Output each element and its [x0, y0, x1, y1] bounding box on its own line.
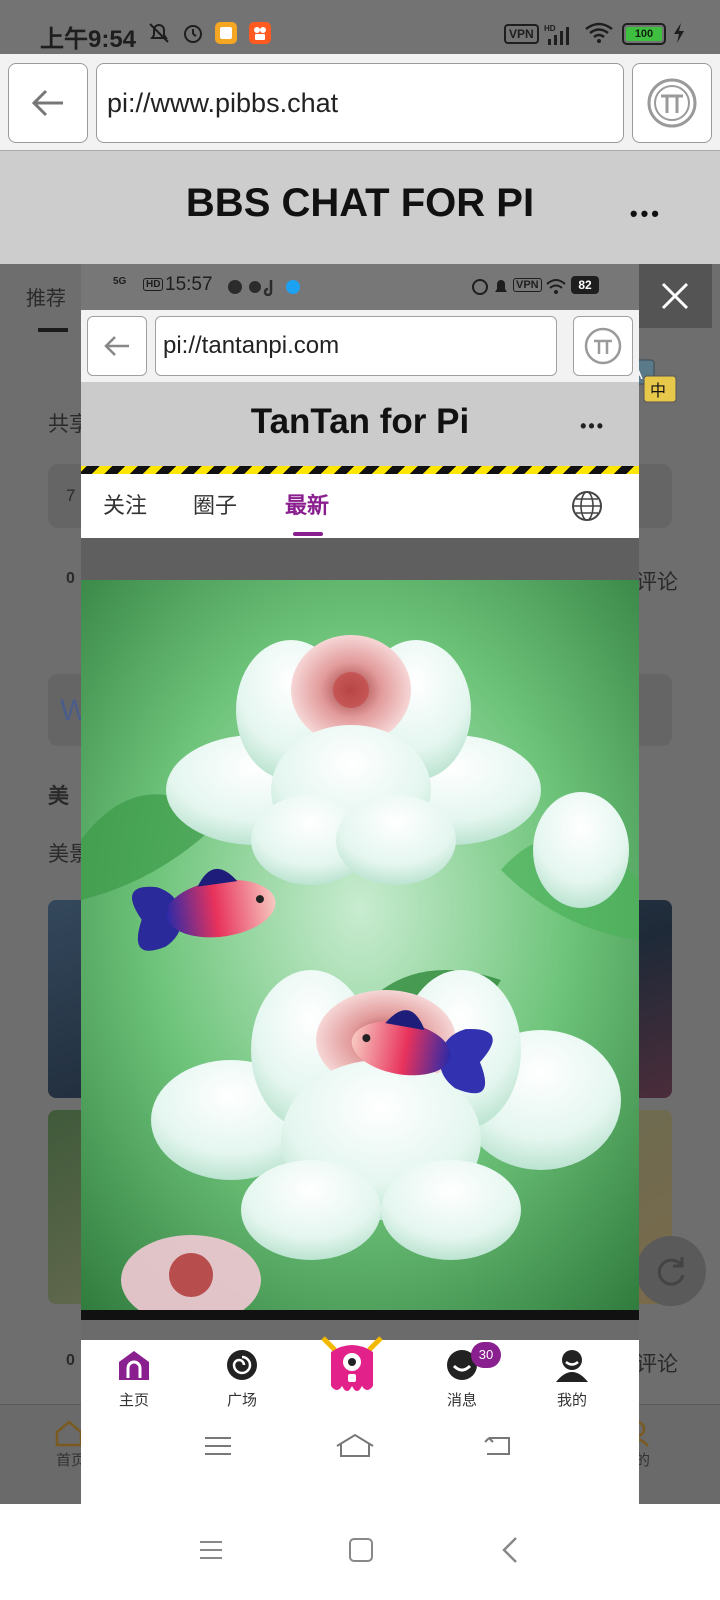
close-icon: [661, 282, 689, 310]
pi-browser-button[interactable]: [632, 63, 712, 143]
battery-level: 100: [626, 27, 662, 41]
tab-circle: 圈子: [193, 493, 238, 518]
inner-app-title: TanTan for Pi: [250, 402, 470, 441]
inner-url-bar: pi://tantanpi.com: [81, 310, 639, 382]
back-button[interactable]: [8, 63, 88, 143]
inner-pi-button: [573, 316, 633, 376]
inner-wifi-icon: [545, 278, 567, 301]
alarm-icon: [180, 18, 206, 48]
back-chevron-icon[interactable]: [500, 1536, 520, 1569]
inner-system-nav: [81, 1420, 639, 1474]
back-arrow-icon: [31, 89, 63, 117]
nav-square: 广场: [207, 1348, 277, 1410]
back-outline-icon: [483, 1434, 513, 1463]
inner-alarm-icons: [471, 277, 511, 302]
inner-battery: 82: [571, 276, 599, 294]
pi-logo-icon: [647, 78, 697, 128]
inner-status-bar: 5G HD 15:57 VPN 82: [81, 264, 639, 310]
kuaishou-app-icon: [248, 18, 272, 48]
nav-mascot: [317, 1334, 387, 1403]
comment-label[interactable]: 评论: [636, 1348, 678, 1378]
inner-app-header: TanTan for Pi •••: [81, 382, 639, 474]
wifi-icon: [584, 18, 614, 48]
image-viewer-modal: 5G HD 15:57 VPN 82 pi://tantanpi.com Tan…: [81, 264, 639, 1504]
mascot-icon: [321, 1336, 383, 1391]
refresh-button[interactable]: [636, 1236, 706, 1306]
profile-icon: [556, 1350, 588, 1382]
globe-icon: [571, 490, 603, 527]
tab-active-indicator: [293, 532, 323, 536]
image-bottom-border: [81, 1310, 639, 1320]
charging-icon: [672, 18, 686, 48]
dim-gap: [81, 538, 639, 580]
home-icon: [54, 1419, 84, 1452]
svg-text:HD: HD: [544, 24, 556, 33]
inner-back-button: [87, 316, 147, 376]
vpn-badge: VPN: [504, 24, 539, 44]
status-time: 上午9:54: [40, 26, 137, 53]
url-input[interactable]: pi://www.pibbs.chat: [96, 63, 624, 143]
menu-icon[interactable]: [198, 1538, 224, 1567]
home-icon: [119, 1351, 149, 1380]
caution-stripe: [81, 466, 639, 474]
system-navigation-bar: [0, 1504, 720, 1600]
tab-underline: [38, 328, 68, 332]
refresh-icon: [657, 1257, 685, 1286]
inner-app-icons: [227, 278, 305, 301]
more-options-button[interactable]: •••: [630, 201, 662, 227]
app-header: BBS CHAT FOR PI •••: [0, 150, 720, 264]
inner-tab-bar: 关注 圈子 最新: [81, 474, 639, 538]
back-arrow-icon: [104, 336, 129, 356]
lotus-goldfish-artwork: [81, 580, 639, 1310]
lotus-goldfish-image[interactable]: [81, 580, 639, 1310]
nav-mine: 我的: [537, 1348, 607, 1410]
browser-url-bar: pi://www.pibbs.chat: [0, 54, 720, 150]
signal-icon: HD: [544, 20, 574, 50]
tab-latest: 最新: [285, 493, 330, 518]
silent-icon: [146, 18, 172, 48]
comment-label[interactable]: 评论: [636, 566, 678, 596]
battery-indicator: 100: [622, 23, 666, 45]
post-heading: 美: [48, 785, 69, 808]
nav-home: 主页: [99, 1348, 169, 1410]
tab-follow: 关注: [103, 493, 148, 518]
home-outline-icon: [335, 1432, 375, 1465]
notes-app-icon: [214, 18, 238, 48]
swirl-icon: [227, 1350, 257, 1380]
inner-status-time: 15:57: [165, 274, 213, 295]
app-title: BBS CHAT FOR PI: [185, 181, 535, 225]
svg-text:中: 中: [650, 381, 666, 400]
menu-icon: [203, 1434, 233, 1463]
inner-more-options: •••: [580, 416, 605, 436]
close-button[interactable]: [638, 264, 712, 328]
pi-logo-icon: [584, 327, 622, 365]
message-badge: 30: [471, 1342, 501, 1368]
status-bar: 上午9:54 VPN HD 100: [0, 0, 720, 54]
home-square-icon[interactable]: [348, 1537, 374, 1568]
inner-url-field: pi://tantanpi.com: [155, 316, 557, 376]
tab-recommend[interactable]: 推荐: [26, 282, 66, 311]
inner-bottom-nav: 主页 广场 消息 30 我的: [81, 1336, 639, 1420]
